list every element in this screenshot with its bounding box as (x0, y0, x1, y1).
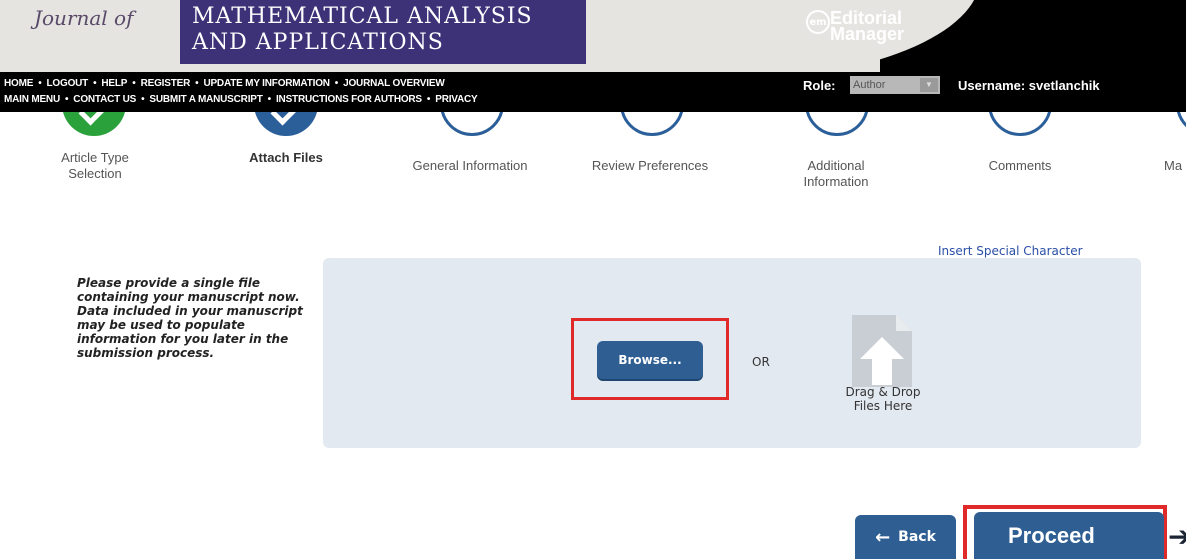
nav-privacy[interactable]: PRIVACY (435, 94, 478, 105)
back-button-label: Back (898, 529, 936, 545)
or-label: OR (752, 355, 770, 369)
drag-drop-line1: Drag & Drop (845, 385, 921, 399)
step-circle-general-information[interactable] (440, 112, 504, 136)
arrow-right-icon[interactable]: ➔ (1168, 520, 1186, 553)
chevron-down-icon: ▼ (920, 78, 938, 92)
nav-separator: • (267, 94, 272, 105)
upload-instructions: Please provide a single file containing … (77, 276, 303, 360)
step-circle-manuscript-data[interactable] (1176, 112, 1186, 136)
drag-drop-line2: Files Here (853, 399, 913, 413)
step-label-review-preferences: Review Preferences (591, 158, 709, 173)
step-circle-review-preferences[interactable] (620, 112, 684, 136)
page-header: Journal of MATHEMATICAL ANALYSIS AND APP… (0, 0, 1186, 118)
username-label: Username: svetlanchik (958, 78, 1100, 93)
drag-drop-label: Drag & Drop Files Here (820, 385, 946, 413)
back-button[interactable]: ← Back (855, 515, 956, 559)
nav-separator: • (141, 94, 145, 105)
nav-separator: • (93, 78, 97, 89)
step-current-check-icon[interactable] (254, 112, 318, 136)
editorial-manager-logo: em Editorial Manager (806, 9, 905, 44)
nav-separator: • (334, 78, 339, 89)
nav-journal-overview[interactable]: JOURNAL OVERVIEW (343, 78, 445, 89)
step-label-attach-files: Attach Files (249, 150, 323, 165)
step-circle-comments[interactable] (988, 112, 1052, 136)
role-select[interactable]: Author ▼ (850, 76, 940, 94)
arrow-left-icon: ← (875, 526, 891, 548)
step-label-manuscript-data: Ma (1164, 158, 1183, 173)
browse-button[interactable]: Browse... (597, 341, 703, 379)
nav-submit-a-manuscript[interactable]: SUBMIT A MANUSCRIPT (149, 94, 262, 105)
nav-home[interactable]: HOME (4, 78, 33, 89)
nav-update-my-information[interactable]: UPDATE MY INFORMATION (203, 78, 330, 89)
nav-help[interactable]: HELP (101, 78, 127, 89)
nav-separator: • (38, 78, 42, 89)
file-upload-icon (852, 315, 912, 387)
step-label-comments: Comments (988, 158, 1052, 173)
nav-separator: • (132, 78, 136, 89)
step-complete-check-icon[interactable] (62, 112, 126, 136)
nav-row-1: HOME • LOGOUT • HELP • REGISTER • UPDATE MY INFO… (4, 78, 445, 89)
step-label-additional-information: Additional Information (803, 158, 869, 189)
role-label: Role: (803, 78, 836, 93)
nav-separator: • (64, 94, 69, 105)
journal-title-line2: AND APPLICATIONS (192, 30, 444, 55)
em-logo-icon: em (806, 10, 830, 34)
step-circle-additional-information[interactable] (805, 112, 869, 136)
journal-prefix: Journal of (34, 6, 134, 30)
nav-instructions-for-authors[interactable]: INSTRUCTIONS FOR AUTHORS (276, 94, 422, 105)
nav-separator: • (426, 94, 431, 105)
nav-contact-us[interactable]: CONTACT US (73, 94, 136, 105)
em-logo-line2: Manager (830, 24, 905, 44)
journal-title[interactable]: MATHEMATICAL ANALYSIS AND APPLICATIONS (180, 0, 586, 64)
insert-special-character-link[interactable]: Insert Special Character (938, 244, 1083, 258)
role-select-value: Author (853, 79, 886, 91)
nav-separator: • (195, 78, 199, 89)
step-label-general-information: General Information (412, 158, 528, 173)
nav-row-2: MAIN MENU • CONTACT US • SUBMIT A MANUSCRIPT… (4, 94, 478, 105)
nav-logout[interactable]: LOGOUT (47, 78, 89, 89)
top-navigation: HOME • LOGOUT • HELP • REGISTER • UPDATE MY INFO… (0, 72, 760, 112)
file-drop-zone[interactable] (323, 258, 1141, 448)
nav-main-menu[interactable]: MAIN MENU (4, 94, 60, 105)
nav-register[interactable]: REGISTER (141, 78, 191, 89)
journal-title-line1: MATHEMATICAL ANALYSIS (192, 4, 533, 29)
submission-step-tracker: Article Type Selection Attach Files Gene… (0, 112, 1186, 202)
step-label-article-type: Article Type Selection (61, 150, 129, 181)
proceed-button[interactable]: Proceed (974, 512, 1164, 559)
